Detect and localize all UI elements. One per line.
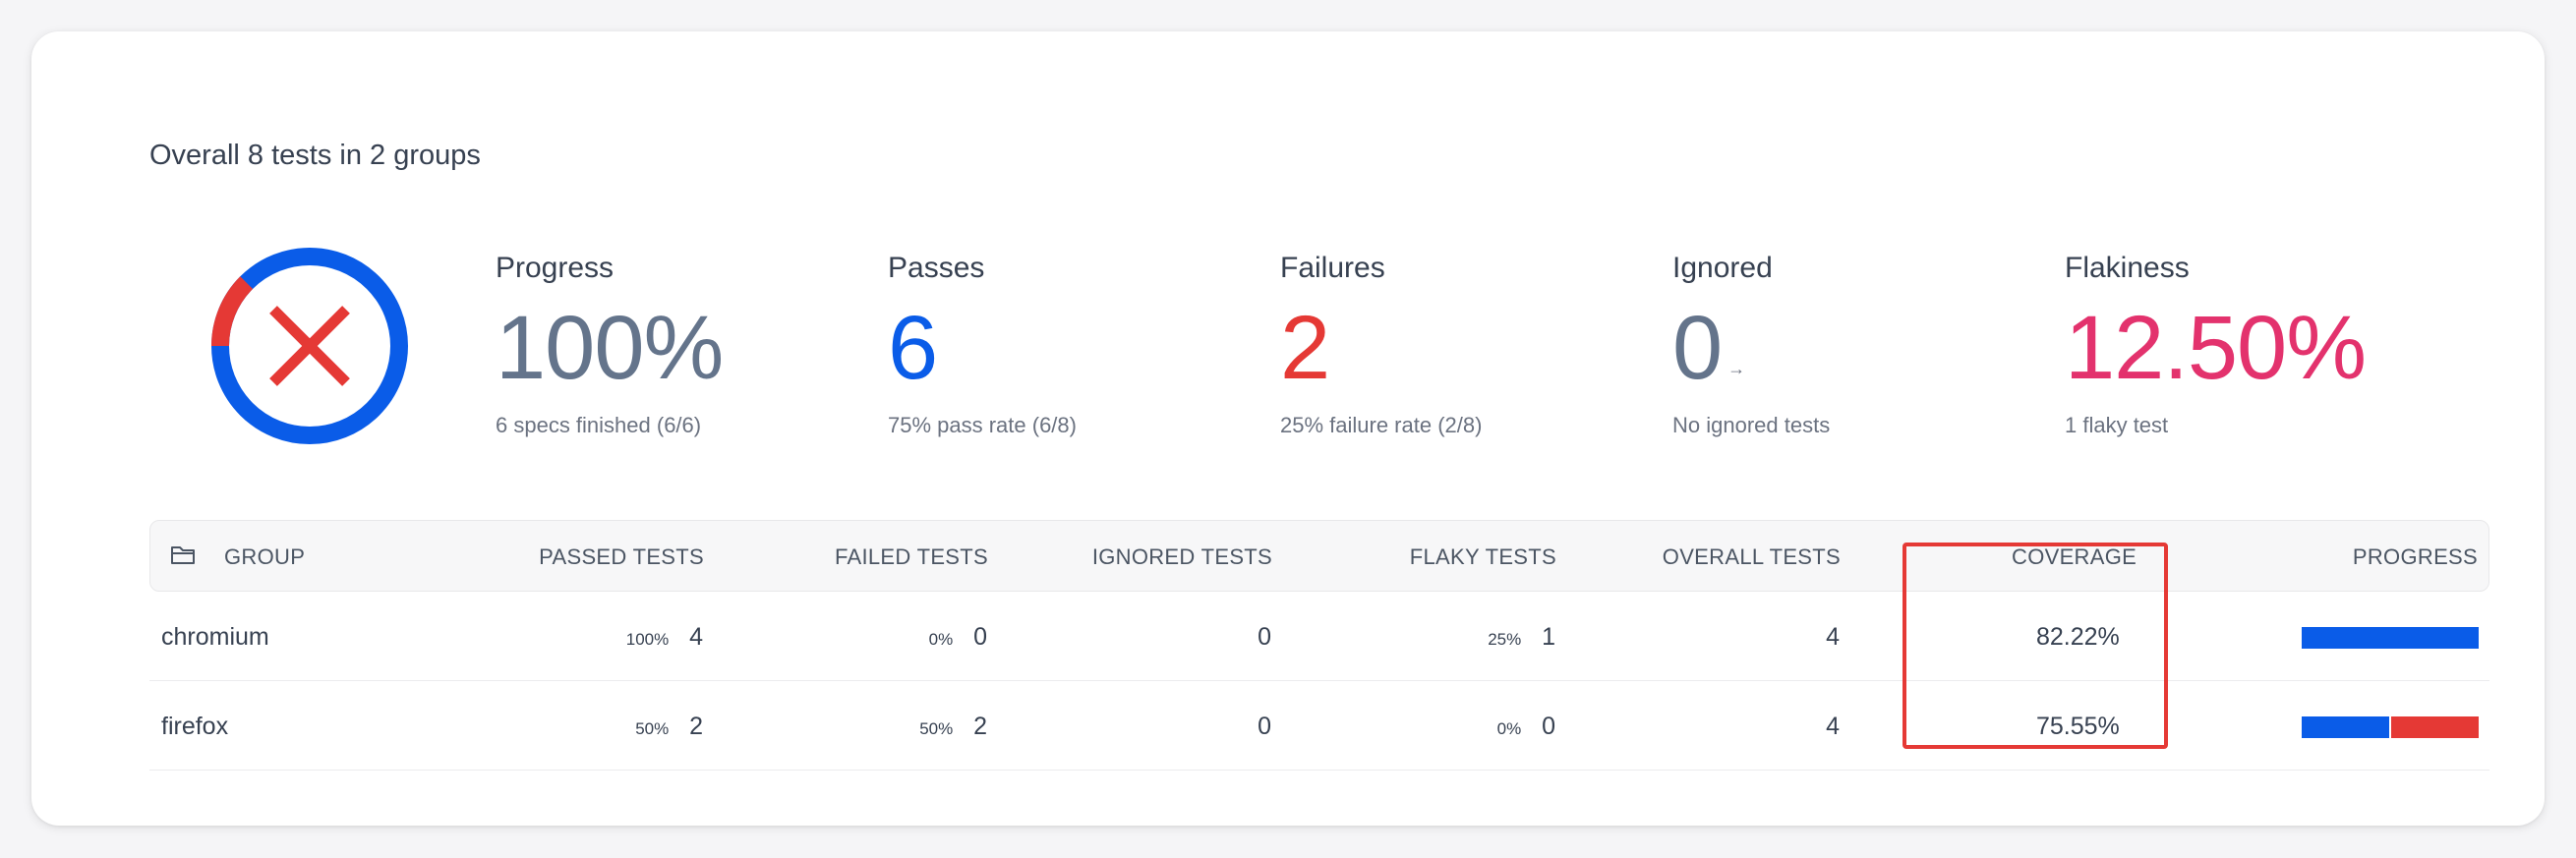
- table-header: GROUP PASSED TESTS FAILED TESTS IGNORED …: [149, 520, 2489, 592]
- stat-progress-sub: 6 specs finished (6/6): [496, 413, 702, 437]
- stat-ignored-sub: No ignored tests: [1672, 413, 1831, 437]
- stat-passes-sub: 75% pass rate (6/8): [888, 413, 1077, 437]
- stat-flakiness-sub: 1 flaky test: [2065, 413, 2169, 437]
- stat-flakiness-label: Flakiness: [2065, 252, 2190, 284]
- flaky-count: 1: [1542, 623, 1555, 651]
- stat-ignored-value: 0: [1672, 298, 1723, 398]
- group-name[interactable]: firefox: [161, 713, 228, 741]
- stat-ignored: Ignored 0 → No ignored tests: [1672, 252, 1830, 438]
- stat-flakiness-value: 12.50%: [2065, 298, 2367, 398]
- failed-cell: 0% 0: [929, 623, 987, 652]
- arrow-right-icon[interactable]: →: [1727, 359, 1745, 379]
- stat-ignored-label: Ignored: [1672, 252, 1773, 284]
- passed-percent: 50%: [635, 719, 670, 738]
- folder-icon: [171, 546, 195, 564]
- progress-bar: [2302, 627, 2479, 649]
- failed-percent: 0%: [928, 630, 954, 649]
- table-row[interactable]: chromium 100% 4 0% 0 0 25% 1 4 82.22%: [149, 592, 2489, 681]
- passed-count: 2: [689, 713, 703, 740]
- stat-progress-value: 100%: [496, 298, 724, 398]
- passed-percent: 100%: [625, 630, 670, 649]
- flaky-cell: 25% 1: [1488, 623, 1555, 652]
- header-passed-tests[interactable]: PASSED TESTS: [539, 544, 704, 570]
- failed-count: 2: [973, 713, 987, 740]
- header-ignored-tests[interactable]: IGNORED TESTS: [1092, 544, 1272, 570]
- coverage-value: 82.22%: [2036, 623, 2120, 651]
- coverage-value: 75.55%: [2036, 713, 2120, 740]
- stat-failures: Failures 2 25% failure rate (2/8): [1280, 252, 1482, 438]
- progress-bar-failed: [2391, 716, 2479, 738]
- stat-passes: Passes 6 75% pass rate (6/8): [888, 252, 1077, 438]
- flaky-percent: 0%: [1496, 719, 1522, 738]
- stat-failures-label: Failures: [1280, 252, 1385, 284]
- failed-count: 0: [973, 623, 987, 651]
- failed-x-icon: [269, 306, 350, 386]
- header-flaky-tests[interactable]: FLAKY TESTS: [1410, 544, 1556, 570]
- overall-count: 4: [1826, 713, 1840, 740]
- stat-passes-label: Passes: [888, 252, 985, 284]
- passed-cell: 100% 4: [626, 623, 703, 652]
- summary-headline: Overall 8 tests in 2 groups: [149, 140, 481, 171]
- stat-failures-sub: 25% failure rate (2/8): [1280, 413, 1483, 437]
- stat-flakiness: Flakiness 12.50% 1 flaky test: [2065, 252, 2367, 438]
- flaky-percent: 25%: [1488, 630, 1522, 649]
- table-row[interactable]: firefox 50% 2 50% 2 0 0% 0 4 75.55%: [149, 681, 2489, 771]
- overall-count: 4: [1826, 623, 1840, 651]
- passed-cell: 50% 2: [635, 713, 703, 741]
- groups-table: GROUP PASSED TESTS FAILED TESTS IGNORED …: [149, 520, 2489, 771]
- header-progress[interactable]: PROGRESS: [2353, 544, 2478, 570]
- stat-passes-value: 6: [888, 298, 938, 398]
- passed-count: 4: [689, 623, 703, 651]
- group-name[interactable]: chromium: [161, 623, 269, 652]
- progress-bar-passed: [2302, 716, 2389, 738]
- ignored-count: 0: [1258, 623, 1271, 651]
- failed-cell: 50% 2: [919, 713, 987, 741]
- header-coverage[interactable]: COVERAGE: [2012, 544, 2137, 570]
- progress-bar-passed: [2302, 627, 2479, 649]
- header-overall-tests[interactable]: OVERALL TESTS: [1663, 544, 1841, 570]
- stat-failures-value: 2: [1280, 298, 1330, 398]
- status-donut-chart: [211, 248, 408, 444]
- flaky-cell: 0% 0: [1497, 713, 1555, 741]
- ignored-count: 0: [1258, 713, 1271, 740]
- flaky-count: 0: [1542, 713, 1555, 740]
- progress-bar: [2302, 716, 2479, 738]
- header-group[interactable]: GROUP: [224, 544, 305, 570]
- failed-percent: 50%: [919, 719, 954, 738]
- test-summary-card: Overall 8 tests in 2 groups Progress 100…: [31, 31, 2545, 826]
- stat-progress: Progress 100% 6 specs finished (6/6): [496, 252, 724, 438]
- header-failed-tests[interactable]: FAILED TESTS: [835, 544, 988, 570]
- stat-progress-label: Progress: [496, 252, 615, 284]
